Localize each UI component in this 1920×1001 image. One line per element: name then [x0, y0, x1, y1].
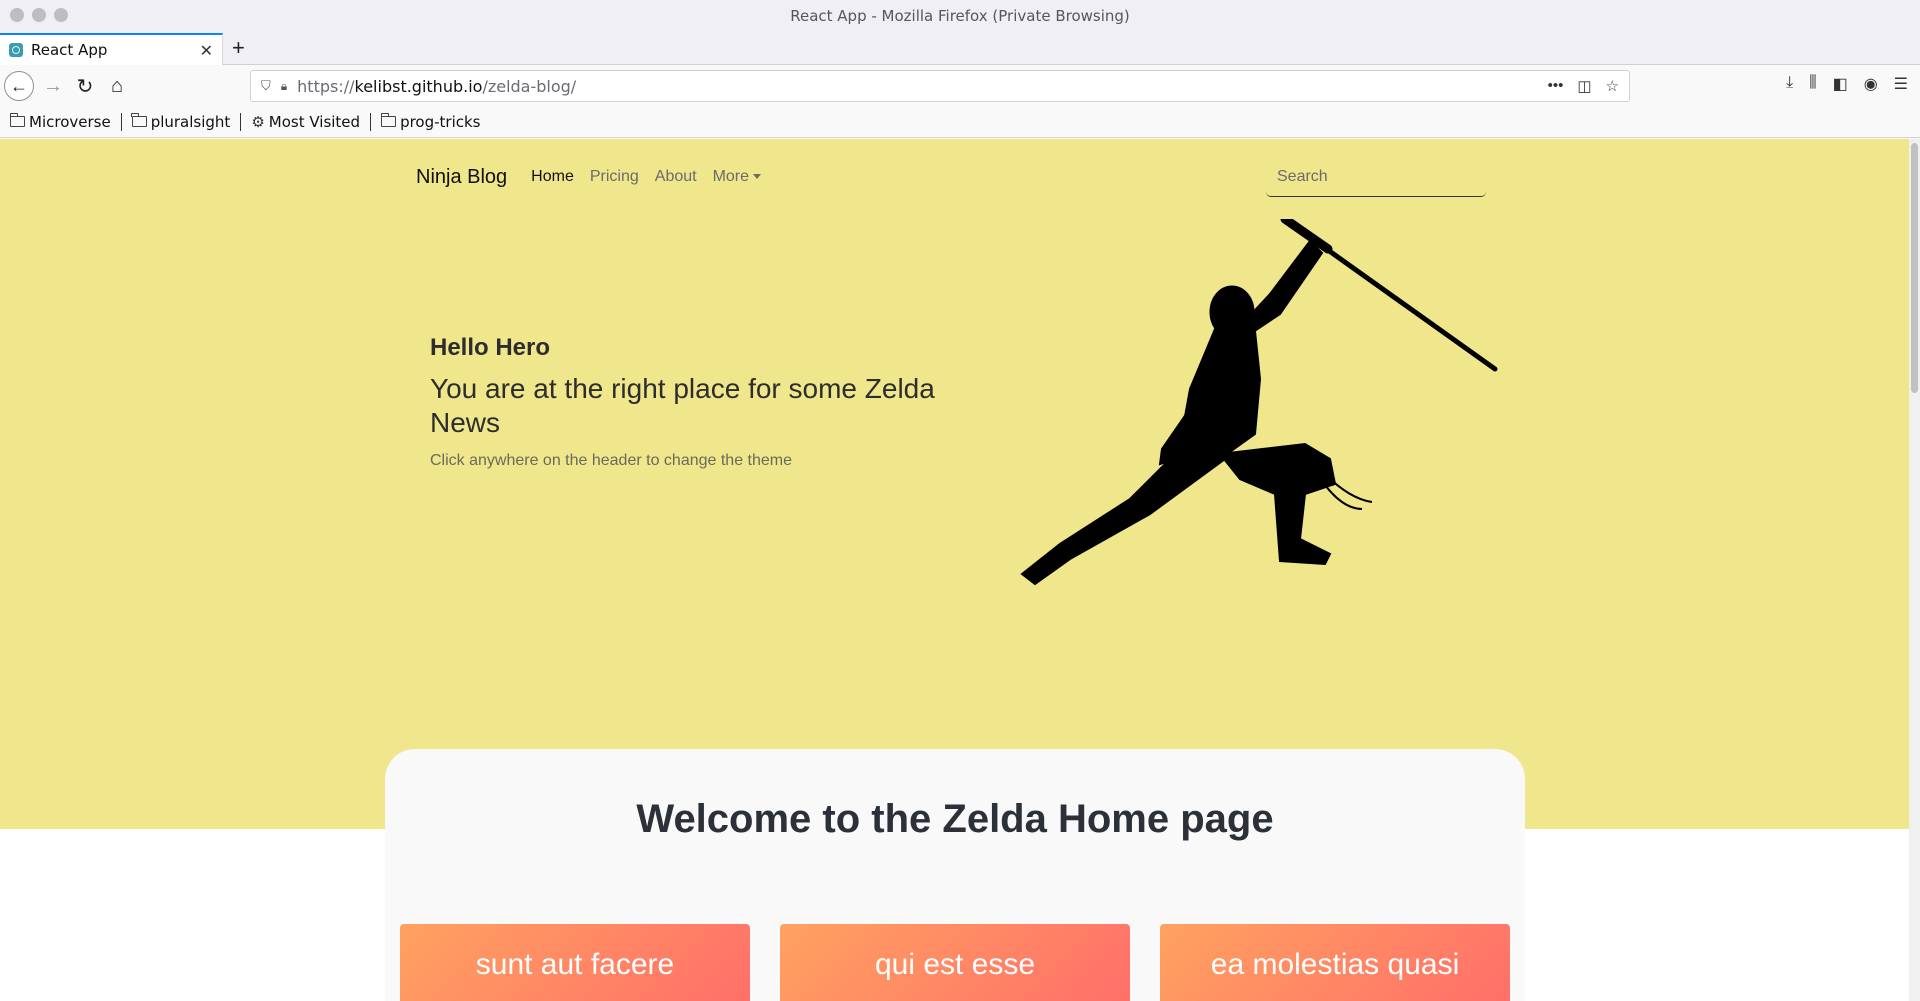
bookmark-microverse[interactable]: Microverse: [9, 113, 111, 131]
bookmark-separator: [120, 112, 122, 131]
bookmark-pluralsight[interactable]: pluralsight: [131, 113, 230, 131]
window-titlebar: React App - Mozilla Firefox (Private Bro…: [0, 0, 1920, 30]
tracking-shield-icon[interactable]: ⛉: [261, 78, 271, 94]
url-text: https://kelibst.github.io/zelda-blog/: [297, 77, 576, 96]
home-button[interactable]: ⌂: [102, 71, 132, 101]
lock-icon[interactable]: 🔒︎: [281, 79, 287, 94]
forward-button[interactable]: →: [38, 71, 68, 101]
nav-link-about[interactable]: About: [655, 168, 697, 186]
folder-icon: [9, 113, 25, 127]
welcome-heading: Welcome to the Zelda Home page: [636, 797, 1274, 841]
url-path: /zelda-blog/: [482, 76, 577, 96]
url-protocol: https://: [297, 76, 355, 96]
nav-link-home[interactable]: Home: [531, 168, 574, 186]
bookmark-most-visited[interactable]: ⚙ Most Visited: [251, 113, 360, 131]
site-navbar: Ninja Blog Home Pricing About More: [416, 157, 1486, 197]
bookmark-separator: [240, 112, 242, 131]
hero-subtitle: You are at the right place for some Zeld…: [430, 373, 935, 438]
back-button[interactable]: ←: [4, 71, 34, 101]
tab-bar: React App ✕: [0, 30, 1920, 91]
gear-icon: ⚙: [251, 112, 265, 131]
caret-down-icon: [753, 174, 762, 180]
bookmark-separator: [370, 112, 372, 131]
url-bar[interactable]: ⛉ 🔒︎ https://kelibst.github.io/zelda-blo…: [250, 70, 1630, 102]
close-tab-icon[interactable]: ✕: [200, 41, 213, 61]
react-favicon-icon: [9, 43, 23, 57]
ninja-silhouette-image: [1020, 219, 1498, 586]
page-viewport: Ninja Blog Home Pricing About More Hello…: [0, 139, 1909, 1001]
scrollbar-thumb[interactable]: [1911, 143, 1918, 393]
post-card[interactable]: ea molestias quasi: [1160, 924, 1510, 1001]
tab-title: React App: [31, 41, 108, 59]
account-icon[interactable]: ◉: [1864, 74, 1878, 94]
new-tab-button[interactable]: +: [232, 35, 245, 61]
browser-toolbar: ← → ↻ ⌂ ⛉ 🔒︎ https://kelibst.github.io/z…: [0, 66, 1920, 106]
hero-hint: Click anywhere on the header to change t…: [430, 452, 793, 469]
tab-react-app[interactable]: React App ✕: [0, 33, 223, 65]
bookmarks-toolbar: Microverse pluralsight ⚙ Most Visited pro…: [0, 106, 1920, 138]
nav-link-pricing[interactable]: Pricing: [590, 168, 639, 186]
hero-greeting: Hello Hero: [430, 334, 551, 361]
hero-text: Hello Hero You are at the right place fo…: [430, 334, 970, 470]
nav-dropdown-more[interactable]: More: [712, 168, 762, 186]
search-input[interactable]: [1266, 157, 1486, 197]
bookmark-star-icon[interactable]: ☆: [1606, 77, 1619, 95]
page-actions-icon[interactable]: •••: [1548, 77, 1564, 95]
window-title: React App - Mozilla Firefox (Private Bro…: [790, 7, 1130, 25]
menu-icon[interactable]: ☰: [1894, 74, 1908, 94]
sidebar-icon[interactable]: ◧: [1833, 74, 1848, 94]
downloads-icon[interactable]: ⤓: [1786, 74, 1793, 94]
bookmark-prog-tricks[interactable]: prog-tricks: [380, 113, 481, 131]
post-card[interactable]: qui est esse: [780, 924, 1130, 1001]
folder-icon: [131, 113, 147, 127]
page-scrollbar[interactable]: [1909, 139, 1920, 1001]
library-icon[interactable]: ⫼: [1809, 74, 1816, 94]
pocket-icon[interactable]: ◫: [1577, 77, 1591, 95]
post-card[interactable]: sunt aut facere: [400, 924, 750, 1001]
reload-button[interactable]: ↻: [70, 71, 100, 101]
site-brand[interactable]: Ninja Blog: [416, 166, 507, 189]
hero-header[interactable]: Ninja Blog Home Pricing About More Hello…: [0, 139, 1909, 829]
nav-more-label: More: [712, 168, 750, 185]
url-host: kelibst.github.io: [354, 76, 483, 96]
folder-icon: [380, 113, 397, 127]
